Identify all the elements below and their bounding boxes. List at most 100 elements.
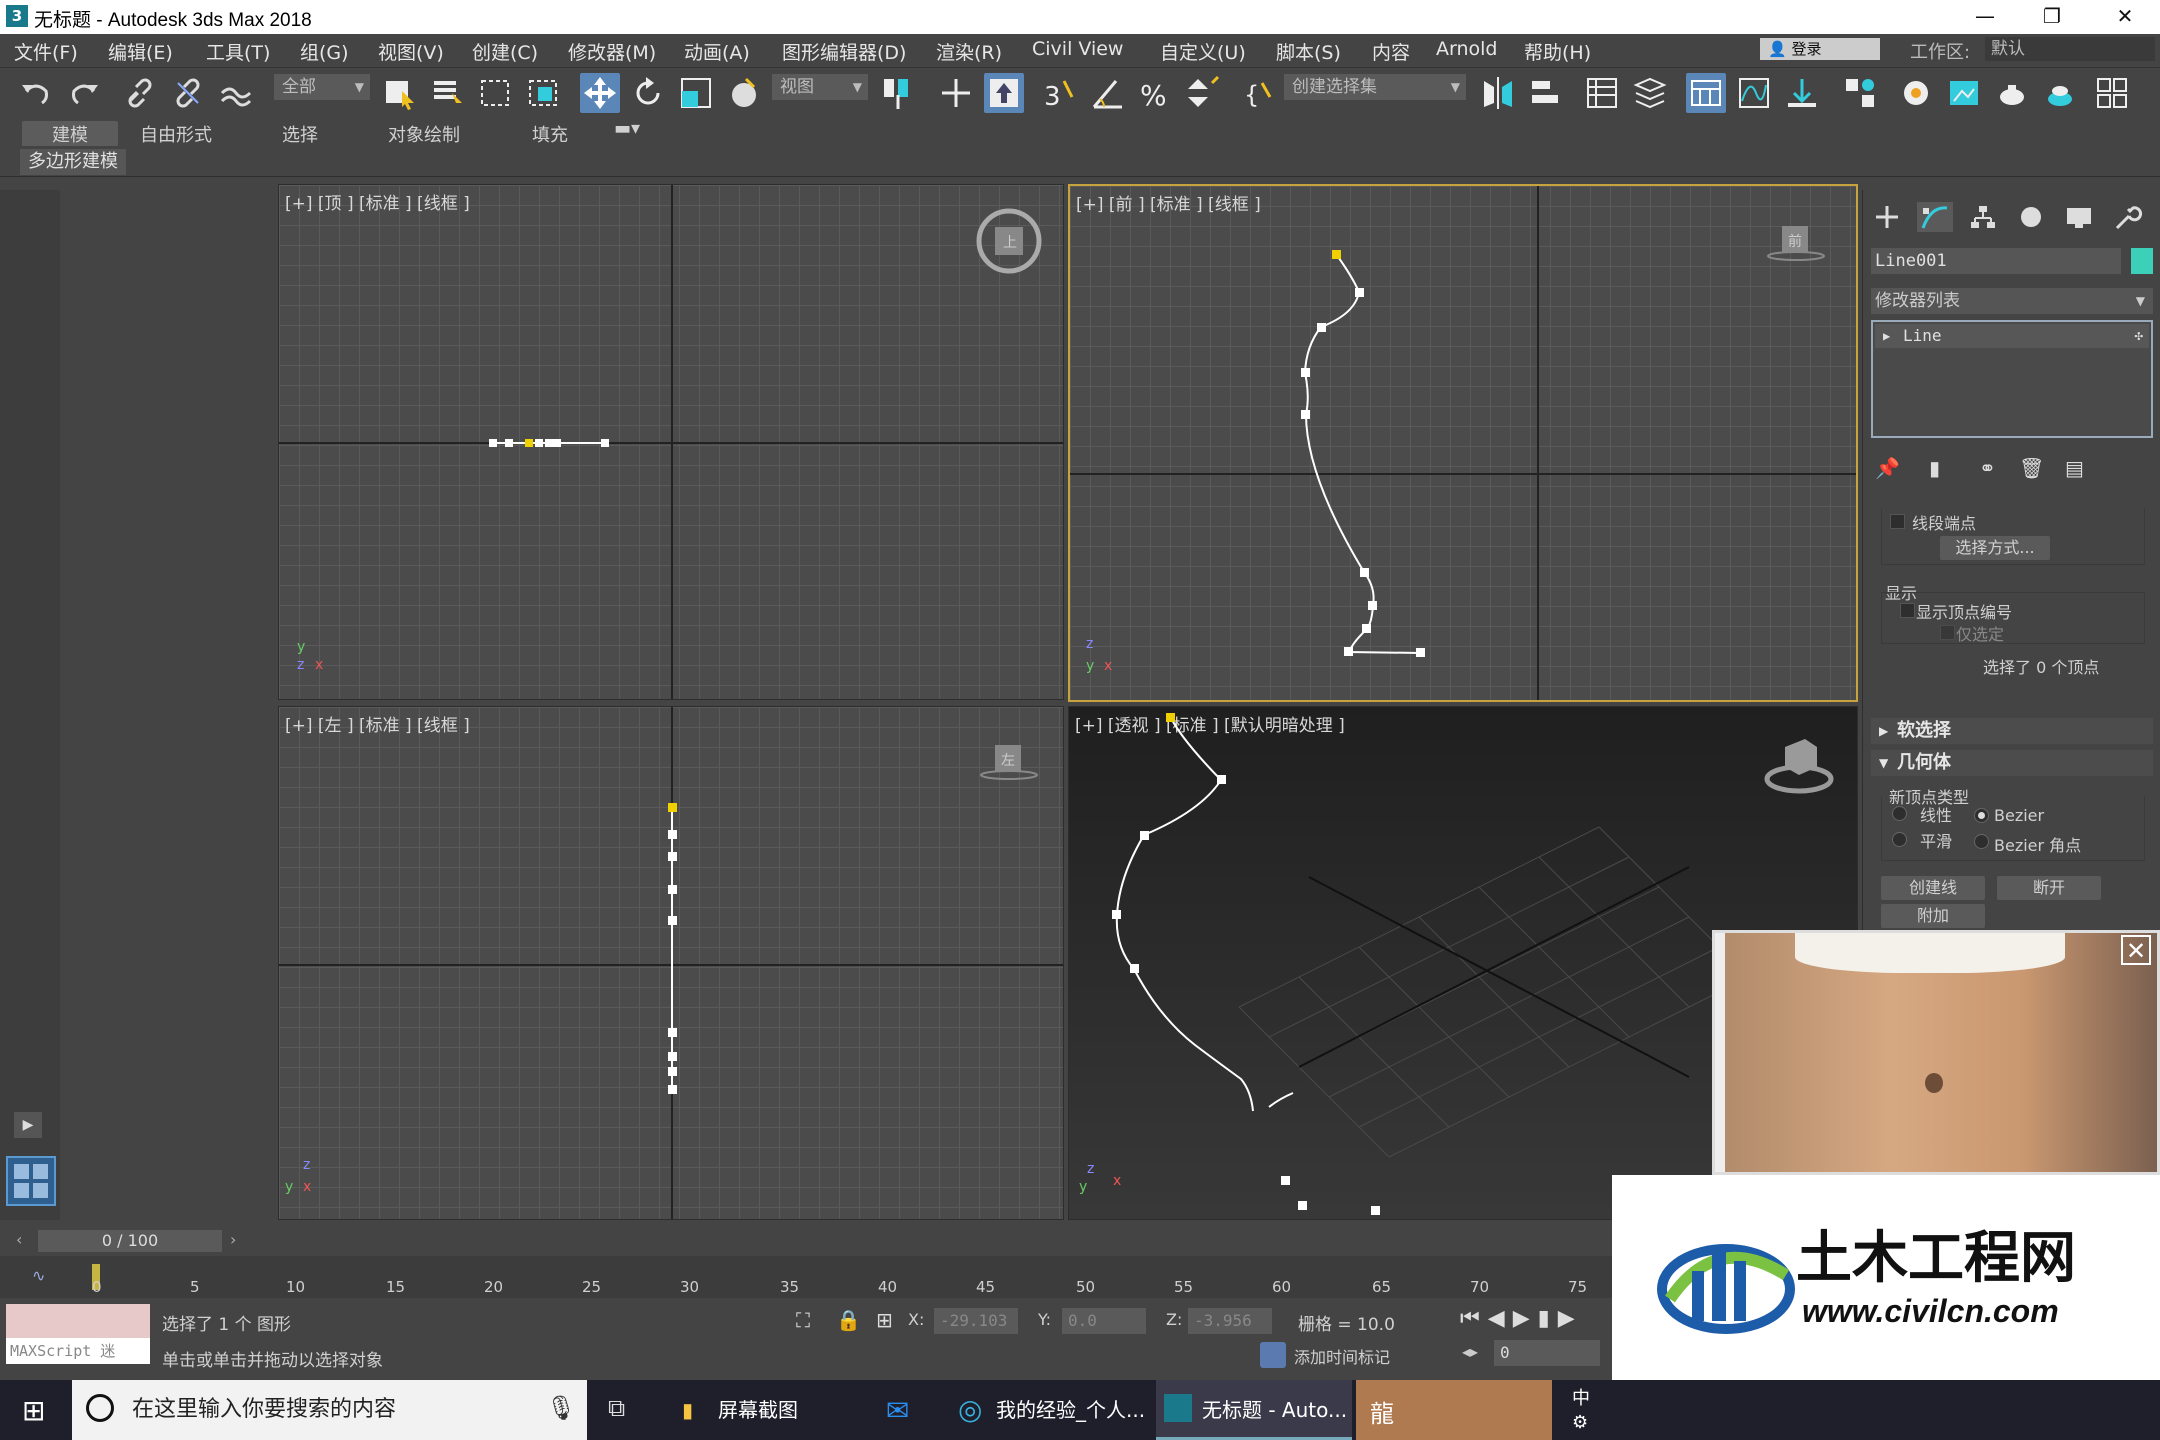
remove-modifier-icon[interactable]: 🗑 xyxy=(2019,456,2044,480)
align-button[interactable] xyxy=(1526,73,1566,113)
menu-group[interactable]: 组(G) xyxy=(300,38,349,65)
time-tag-icon[interactable] xyxy=(1260,1342,1286,1368)
object-name-field[interactable]: Line001 xyxy=(1871,248,2121,274)
viewport-left[interactable]: [+] [左 ] [标准 ] [线框 ] 左 z y x xyxy=(278,706,1064,1220)
radio-smooth[interactable] xyxy=(1892,832,1907,847)
soft-selection-rollout[interactable]: ▶ 软选择 xyxy=(1871,718,2153,744)
radio-linear[interactable] xyxy=(1892,806,1907,821)
modifier-stack[interactable]: ▶ Line ✣ xyxy=(1871,320,2153,438)
modifier-list-dropdown[interactable]: 修改器列表 ▼ xyxy=(1871,288,2153,314)
snaps-toggle-button[interactable]: 3 xyxy=(1040,73,1080,113)
taskbar-item-3dsmax[interactable]: 无标题 - Auto... xyxy=(1156,1380,1352,1440)
pivot-center-button[interactable] xyxy=(878,73,918,113)
select-by-name-button[interactable] xyxy=(428,73,468,113)
tab-freeform[interactable]: 自由形式 xyxy=(140,121,212,147)
expand-arrow-icon[interactable]: ▶ xyxy=(14,1112,42,1138)
tab-modeling[interactable]: 建模 xyxy=(22,121,118,147)
menu-edit[interactable]: 编辑(E) xyxy=(108,38,173,65)
menu-file[interactable]: 文件(F) xyxy=(14,38,78,65)
toggle-ribbon-button[interactable] xyxy=(1686,73,1726,113)
y-coordinate-field[interactable]: 0.0 xyxy=(1062,1308,1146,1334)
curve-editor-button[interactable] xyxy=(1734,73,1774,113)
menu-graph-editors[interactable]: 图形编辑器(D) xyxy=(782,38,906,65)
tab-populate[interactable]: 填充 xyxy=(532,121,568,147)
motion-tab[interactable] xyxy=(2013,202,2049,232)
x-coordinate-field[interactable]: -29.103 xyxy=(934,1308,1018,1334)
object-color-swatch[interactable] xyxy=(2131,248,2153,274)
mirror-button[interactable] xyxy=(1478,73,1518,113)
schematic-view-button[interactable] xyxy=(1782,73,1822,113)
render-iterative-button[interactable] xyxy=(2040,73,2080,113)
isolate-selection-icon[interactable]: ⛶ xyxy=(796,1308,810,1332)
segment-end-checkbox[interactable] xyxy=(1890,514,1905,529)
selection-filter-dropdown[interactable]: 全部 ▼ xyxy=(274,74,370,100)
select-object-button[interactable] xyxy=(380,73,420,113)
polygon-modeling-panel[interactable]: 多边形建模 xyxy=(20,149,126,175)
layer-explorer-button[interactable] xyxy=(1630,73,1670,113)
select-by-button[interactable]: 选择方式... xyxy=(1940,536,2050,560)
viewport-front[interactable]: [+] [前 ] [标准 ] [线框 ] 前 z y x xyxy=(1068,184,1858,702)
place-button[interactable] xyxy=(724,73,764,113)
rect-selection-button[interactable] xyxy=(476,73,516,113)
create-line-button[interactable]: 创建线 xyxy=(1881,876,1985,900)
menu-tools[interactable]: 工具(T) xyxy=(206,38,270,65)
taskbar-item-screenshots[interactable]: ▮ 屏幕截图 xyxy=(672,1380,864,1440)
absolute-transform-icon[interactable]: ⊞ xyxy=(876,1308,893,1332)
close-button[interactable]: ✕ xyxy=(2095,0,2155,34)
menu-rendering[interactable]: 渲染(R) xyxy=(936,38,1002,65)
make-unique-icon[interactable]: ⚭ xyxy=(1979,456,1996,480)
break-button[interactable]: 断开 xyxy=(1997,876,2101,900)
menu-content[interactable]: 内容 xyxy=(1372,38,1410,65)
show-vertex-numbers-checkbox[interactable] xyxy=(1900,603,1915,618)
add-time-tag-button[interactable]: 添加时间标记 xyxy=(1294,1344,1390,1368)
menu-scripting[interactable]: 脚本(S) xyxy=(1276,38,1341,65)
taskbar-search-box[interactable]: 在这里输入你要搜索的内容 xyxy=(72,1380,587,1440)
render-in-cloud-button[interactable] xyxy=(2092,73,2132,113)
menu-modifiers[interactable]: 修改器(M) xyxy=(568,38,656,65)
viewport-top[interactable]: [+] [顶 ] [标准 ] [线框 ] 上 y z x xyxy=(278,184,1064,700)
stack-item-line[interactable]: ▶ Line ✣ xyxy=(1875,324,2149,348)
time-slider[interactable]: 0 / 100 xyxy=(38,1230,222,1252)
maximize-button[interactable]: ❐ xyxy=(2022,0,2082,34)
modify-tab[interactable] xyxy=(1917,202,1953,232)
utilities-tab[interactable] xyxy=(2109,202,2145,232)
taskbar-item-ime-app[interactable]: 龍 xyxy=(1356,1380,1552,1440)
menu-customize[interactable]: 自定义(U) xyxy=(1160,38,1246,65)
lock-selection-icon[interactable]: 🔒 xyxy=(836,1308,861,1332)
redo-button[interactable] xyxy=(64,73,104,113)
expand-triangle-icon[interactable]: ▶ xyxy=(1883,324,1890,348)
spinner-snap-button[interactable] xyxy=(1184,73,1224,113)
key-mode-icon[interactable]: ◂▸ xyxy=(1462,1342,1478,1361)
taskbar-item-edge[interactable]: ◎ 我的经验_个人... xyxy=(950,1380,1145,1440)
next-frame-arrow-icon[interactable]: › xyxy=(230,1230,236,1249)
curve-editor-mini-icon[interactable]: ∿ xyxy=(32,1266,45,1285)
menu-create[interactable]: 创建(C) xyxy=(472,38,538,65)
move-button[interactable] xyxy=(580,73,620,113)
current-frame-spinner[interactable]: 0 xyxy=(1494,1340,1600,1366)
render-production-button[interactable] xyxy=(1992,73,2032,113)
window-crossing-button[interactable] xyxy=(524,73,564,113)
z-coordinate-field[interactable]: -3.956 xyxy=(1188,1308,1272,1334)
display-tab[interactable] xyxy=(2061,202,2097,232)
workspace-dropdown[interactable]: 默认 xyxy=(1985,37,2155,61)
scale-button[interactable] xyxy=(676,73,716,113)
maxscript-listener-top[interactable] xyxy=(6,1304,150,1338)
login-dropdown[interactable]: 👤 登录 xyxy=(1760,38,1880,60)
angle-snap-button[interactable] xyxy=(1088,73,1128,113)
minimize-button[interactable]: — xyxy=(1955,0,2015,34)
radio-bezier[interactable] xyxy=(1974,808,1989,823)
reference-coordinate-dropdown[interactable]: 视图 ▼ xyxy=(772,74,868,100)
material-editor-button[interactable] xyxy=(1840,73,1880,113)
mail-icon[interactable]: ✉ xyxy=(886,1394,909,1427)
ribbon-options-icon[interactable]: ▬▾ xyxy=(614,118,640,139)
menu-view[interactable]: 视图(V) xyxy=(378,38,444,65)
rotate-button[interactable] xyxy=(628,73,668,113)
menu-animation[interactable]: 动画(A) xyxy=(684,38,750,65)
link-button[interactable] xyxy=(120,73,160,113)
menu-help[interactable]: 帮助(H) xyxy=(1524,38,1591,65)
microphone-icon[interactable]: 🎙 xyxy=(546,1394,576,1422)
popup-close-icon[interactable]: ✕ xyxy=(2121,935,2151,965)
maxscript-mini-listener[interactable]: MAXScript 迷 xyxy=(6,1338,150,1364)
playback-controls-icon[interactable]: ⏮◀▶▮▶ xyxy=(1460,1306,1583,1331)
percent-snap-button[interactable]: % xyxy=(1136,73,1176,113)
